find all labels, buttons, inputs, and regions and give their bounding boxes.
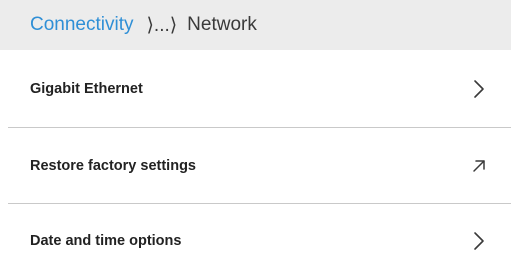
menu-item-label: Gigabit Ethernet <box>30 80 143 97</box>
chevron-right-icon <box>467 77 491 101</box>
menu-item-date-and-time-options[interactable]: Date and time options <box>0 204 511 277</box>
network-settings-screen: Connectivity ⟩...⟩ Network Gigabit Ether… <box>0 0 511 277</box>
breadcrumb-current-page: Network <box>187 14 257 35</box>
arrow-up-right-icon <box>467 154 491 178</box>
menu-item-label: Date and time options <box>30 232 182 249</box>
menu-item-label: Restore factory settings <box>30 157 196 174</box>
breadcrumb-connectivity-link[interactable]: Connectivity <box>30 14 134 36</box>
chevron-right-icon <box>467 229 491 253</box>
menu-item-gigabit-ethernet[interactable]: Gigabit Ethernet <box>0 50 511 127</box>
breadcrumb: Connectivity ⟩...⟩ Network <box>0 0 511 50</box>
breadcrumb-separator[interactable]: ⟩...⟩ <box>147 14 178 37</box>
menu-item-restore-factory-settings[interactable]: Restore factory settings <box>0 128 511 203</box>
